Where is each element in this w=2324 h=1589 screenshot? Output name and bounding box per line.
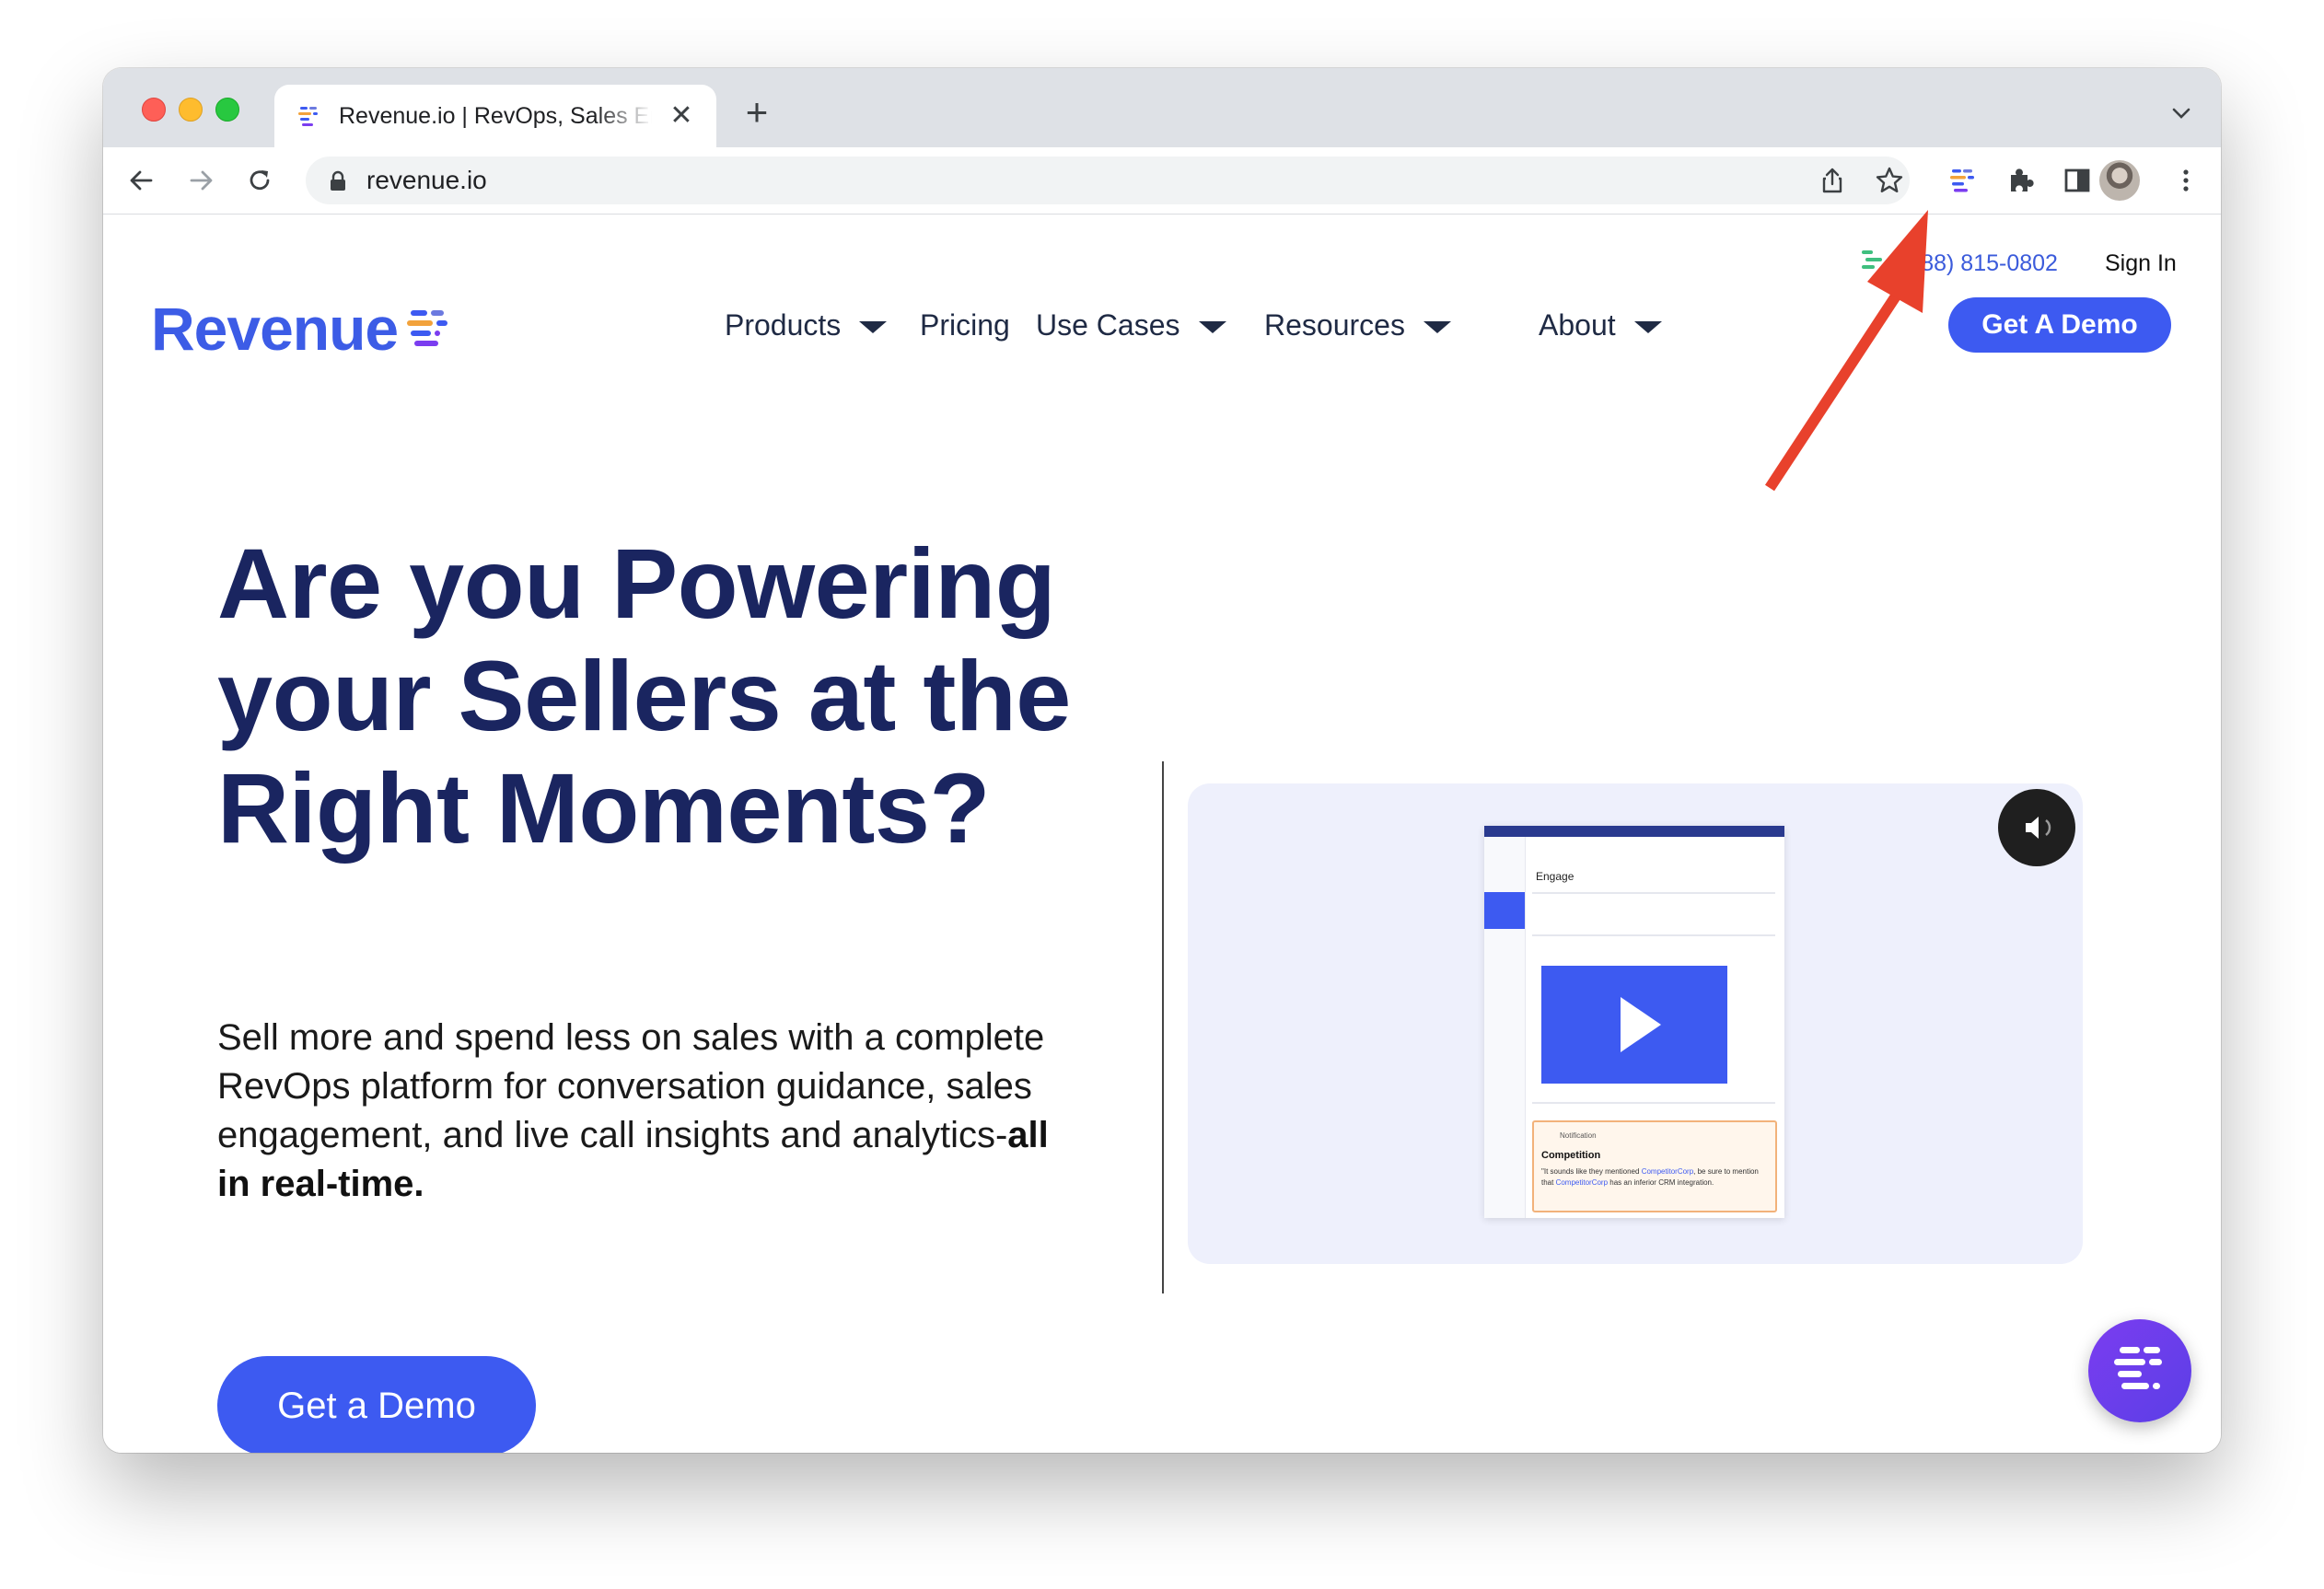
close-window-button[interactable] [142,98,166,122]
hero-subtitle: Sell more and spend less on sales with a… [217,1014,1083,1209]
phone-logo-icon [1862,250,1882,269]
sign-in-link[interactable]: Sign In [2105,249,2177,277]
browser-toolbar: revenue.io [103,147,2221,215]
play-button[interactable] [1541,966,1727,1084]
vertical-divider [1162,761,1164,1293]
revenue-favicon-icon [298,107,318,126]
chat-icon [2114,1347,2162,1389]
mute-button[interactable] [1998,789,2075,866]
menu-dots-icon[interactable] [2169,164,2202,197]
notification-body: "It sounds like they mentioned Competito… [1541,1166,1768,1189]
notification-text: has an inferior CRM integration. [1608,1178,1714,1187]
new-tab-button[interactable]: + [738,93,775,132]
hero-title: Are you Powering your Sellers at the Rig… [217,528,1071,864]
chat-launcher-button[interactable] [2088,1319,2191,1422]
nav-about[interactable]: About [1539,303,1662,347]
mockup-line [1532,892,1775,894]
revenue-logo-icon[interactable] [405,307,451,353]
lock-icon[interactable] [328,169,348,191]
minimize-window-button[interactable] [179,98,203,122]
mockup-line [1532,1102,1775,1104]
video-player[interactable]: Engage Notification Competition "It soun… [1188,783,2083,1264]
notification-link: CompetitorCorp [1555,1178,1609,1187]
nav-use-cases-label: Use Cases [1036,308,1180,342]
share-icon[interactable] [1818,166,1847,195]
tab-revenue[interactable]: Revenue.io | RevOps, Sales Engagement & … [274,85,716,147]
tab-search-chevron-icon[interactable] [2169,101,2193,125]
puzzle-icon[interactable] [2004,164,2037,197]
site-logo[interactable]: Revenue [151,292,399,365]
forward-icon[interactable] [184,164,217,197]
tab-title: Revenue.io | RevOps, Sales Engagement & … [339,103,652,129]
profile-avatar[interactable] [2099,160,2140,201]
zoom-window-button[interactable] [215,98,239,122]
nav-about-label: About [1539,308,1616,342]
mockup-active-item [1484,892,1525,929]
mute-icon [2026,817,2051,839]
star-icon[interactable] [1875,166,1904,195]
chevron-down-icon [1633,321,1662,334]
notification-link: CompetitorCorp [1641,1167,1694,1176]
get-a-demo-button[interactable]: Get a Demo [217,1356,536,1453]
notification-label: Notification [1560,1131,1597,1140]
close-tab-icon[interactable]: ✕ [665,99,698,133]
mockup-header [1484,826,1784,837]
play-icon [1621,997,1661,1052]
back-icon[interactable] [125,164,158,197]
web-page: (888) 815-0802 Sign In Revenue Products … [103,215,2221,1453]
side-panel-icon[interactable] [2061,164,2094,197]
chevron-down-icon [1423,321,1451,334]
notification-title: Competition [1541,1150,1601,1161]
phone-link[interactable]: (888) 815-0802 [1900,249,2058,277]
chevron-down-icon [1198,321,1226,334]
nav-resources-label: Resources [1264,308,1405,342]
app-mockup: Engage Notification Competition "It soun… [1484,826,1784,1218]
get-a-demo-button-top[interactable]: Get A Demo [1948,297,2171,353]
nav-products[interactable]: Products [725,303,888,347]
url-text[interactable]: revenue.io [366,166,487,195]
revenue-extension-icon[interactable] [1946,164,1980,197]
mockup-title: Engage [1536,870,1575,883]
hero-subtitle-text: Sell more and spend less on sales with a… [217,1017,1045,1155]
notification-text: "It sounds like they mentioned [1541,1167,1642,1176]
nav-resources[interactable]: Resources [1264,303,1451,347]
reload-icon[interactable] [243,164,276,197]
chevron-down-icon [859,321,888,334]
notification-card: Notification Competition "It sounds like… [1532,1120,1777,1212]
tab-strip: Revenue.io | RevOps, Sales Engagement & … [103,68,2221,147]
browser-window: Revenue.io | RevOps, Sales Engagement & … [103,68,2221,1453]
address-bar[interactable]: revenue.io [306,157,1910,204]
mockup-line [1532,934,1775,936]
nav-pricing[interactable]: Pricing [920,303,1010,347]
nav-products-label: Products [725,308,842,342]
nav-use-cases[interactable]: Use Cases [1036,303,1226,347]
